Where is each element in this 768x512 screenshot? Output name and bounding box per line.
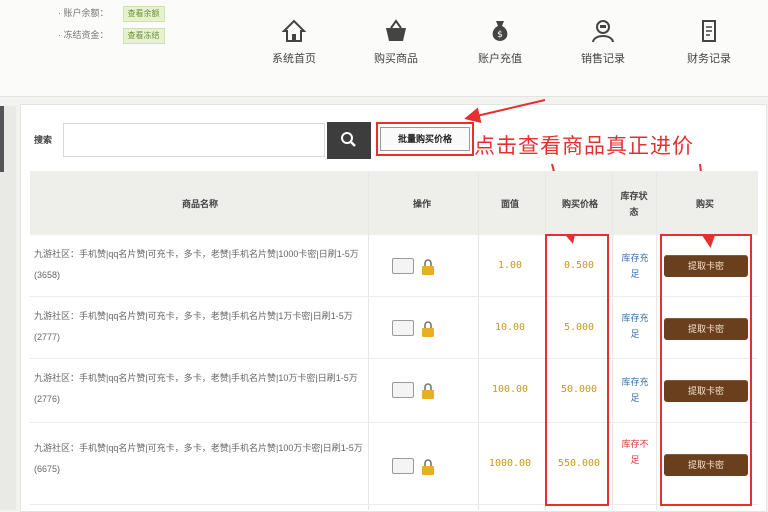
col-buy-header: 购买 — [695, 199, 714, 209]
account-frozen-row: · 冻结资金： 查看冻结 — [58, 28, 165, 44]
nav-buy[interactable]: 购买商品 — [351, 18, 441, 66]
lock-icon[interactable] — [420, 320, 436, 338]
frozen-label: · 冻结资金： — [58, 30, 109, 40]
table-row: 九游社区：手机赞|qq名片赞|可充卡，多卡，老赞|手机名片赞|100万卡密|日刷… — [30, 424, 758, 505]
table-row: 九游社区：手机赞|qq名片赞|可充卡，多卡，老赞|手机名片赞|1000卡密|日刷… — [30, 236, 758, 297]
nav-home-label: 系统首页 — [272, 53, 316, 65]
product-name: 九游社区：手机赞|qq名片赞|可充卡，多卡，老赞|手机名片赞|1万卡密|日刷1-… — [34, 311, 353, 342]
balance-value-badge[interactable]: 查看余额 — [122, 6, 165, 22]
account-balance-row: · 账户余额： 查看余额 — [58, 6, 165, 22]
lock-icon[interactable] — [420, 458, 436, 476]
face-value: 1.00 — [497, 260, 523, 271]
money-bag-icon: $ — [492, 21, 508, 41]
table-header: 商品名称 操作 面值 购买价格 库存状态 购买 — [30, 171, 758, 235]
left-sidebar-indicator — [0, 106, 4, 172]
card-info-icon[interactable] — [392, 382, 414, 398]
face-value: 100.00 — [491, 384, 529, 395]
lock-icon[interactable] — [420, 382, 436, 400]
document-icon — [702, 20, 716, 42]
stock-status: 库存不足 — [621, 439, 649, 465]
col-price-header: 购买价格 — [561, 199, 598, 209]
extract-card-button[interactable]: 提取卡密 — [664, 380, 748, 402]
purchase-price: 50.000 — [560, 384, 598, 395]
basket-icon — [386, 19, 406, 41]
lock-icon[interactable] — [420, 258, 436, 276]
balance-label: · 账户余额： — [58, 8, 109, 18]
search-input[interactable] — [63, 123, 325, 157]
purchase-price: 5.000 — [563, 322, 595, 333]
nav-recharge[interactable]: $ 账户充值 — [455, 18, 545, 66]
top-header: · 账户余额： 查看余额 · 冻结资金： 查看冻结 系统首页 购买商品 $ 账户… — [0, 0, 768, 97]
col-stock-header: 库存状态 — [620, 191, 648, 217]
col-face-header: 面值 — [500, 199, 519, 209]
search-label: 搜索 — [34, 135, 53, 145]
svg-text:$: $ — [497, 30, 503, 40]
product-name: 九游社区：手机赞|qq名片赞|可充卡，多卡，老赞|手机名片赞|100万卡密|日刷… — [34, 443, 363, 474]
user-record-icon — [592, 20, 614, 43]
frozen-value-badge[interactable]: 查看冻结 — [122, 28, 165, 44]
batch-price-button[interactable]: 批量购买价格 — [380, 127, 470, 151]
nav-finance[interactable]: 财务记录 — [664, 18, 754, 66]
search-icon — [341, 132, 356, 147]
search-button[interactable] — [327, 122, 371, 159]
stock-status: 库存充足 — [621, 253, 649, 279]
extract-card-button[interactable]: 提取卡密 — [664, 318, 748, 340]
purchase-price: 0.500 — [563, 260, 595, 271]
nav-finance-label: 财务记录 — [687, 53, 731, 65]
face-value: 10.00 — [494, 322, 526, 333]
purchase-price: 550.000 — [557, 458, 601, 469]
nav-buy-label: 购买商品 — [374, 53, 418, 65]
nav-sales-label: 销售记录 — [581, 53, 625, 65]
table-row: 九游社区：手机赞|qq名片赞|可充卡，多卡，老赞|手机名片赞|10万卡密|日刷1… — [30, 360, 758, 423]
face-value: 1000.00 — [488, 458, 532, 469]
stock-status: 库存充足 — [621, 377, 649, 403]
card-info-icon[interactable] — [392, 258, 414, 274]
table-row: 九游社区：手机赞|qq名片赞|可充卡，多卡，老赞|手机名片赞|1万卡密|日刷1-… — [30, 298, 758, 359]
col-name-header: 商品名称 — [181, 199, 218, 209]
col-ops-header: 操作 — [412, 199, 431, 209]
nav-home[interactable]: 系统首页 — [249, 18, 339, 66]
card-info-icon[interactable] — [392, 458, 414, 474]
extract-card-button[interactable]: 提取卡密 — [664, 454, 748, 476]
nav-sales[interactable]: 销售记录 — [558, 18, 648, 66]
annotation-text: 点击查看商品真正进价 — [474, 134, 694, 158]
nav-recharge-label: 账户充值 — [478, 53, 522, 65]
product-name: 九游社区：手机赞|qq名片赞|可充卡，多卡，老赞|手机名片赞|1000卡密|日刷… — [34, 249, 359, 280]
home-icon — [281, 19, 307, 42]
product-name: 九游社区：手机赞|qq名片赞|可充卡，多卡，老赞|手机名片赞|10万卡密|日刷1… — [34, 373, 358, 404]
extract-card-button[interactable]: 提取卡密 — [664, 255, 748, 277]
stock-status: 库存充足 — [621, 313, 649, 339]
card-info-icon[interactable] — [392, 320, 414, 336]
